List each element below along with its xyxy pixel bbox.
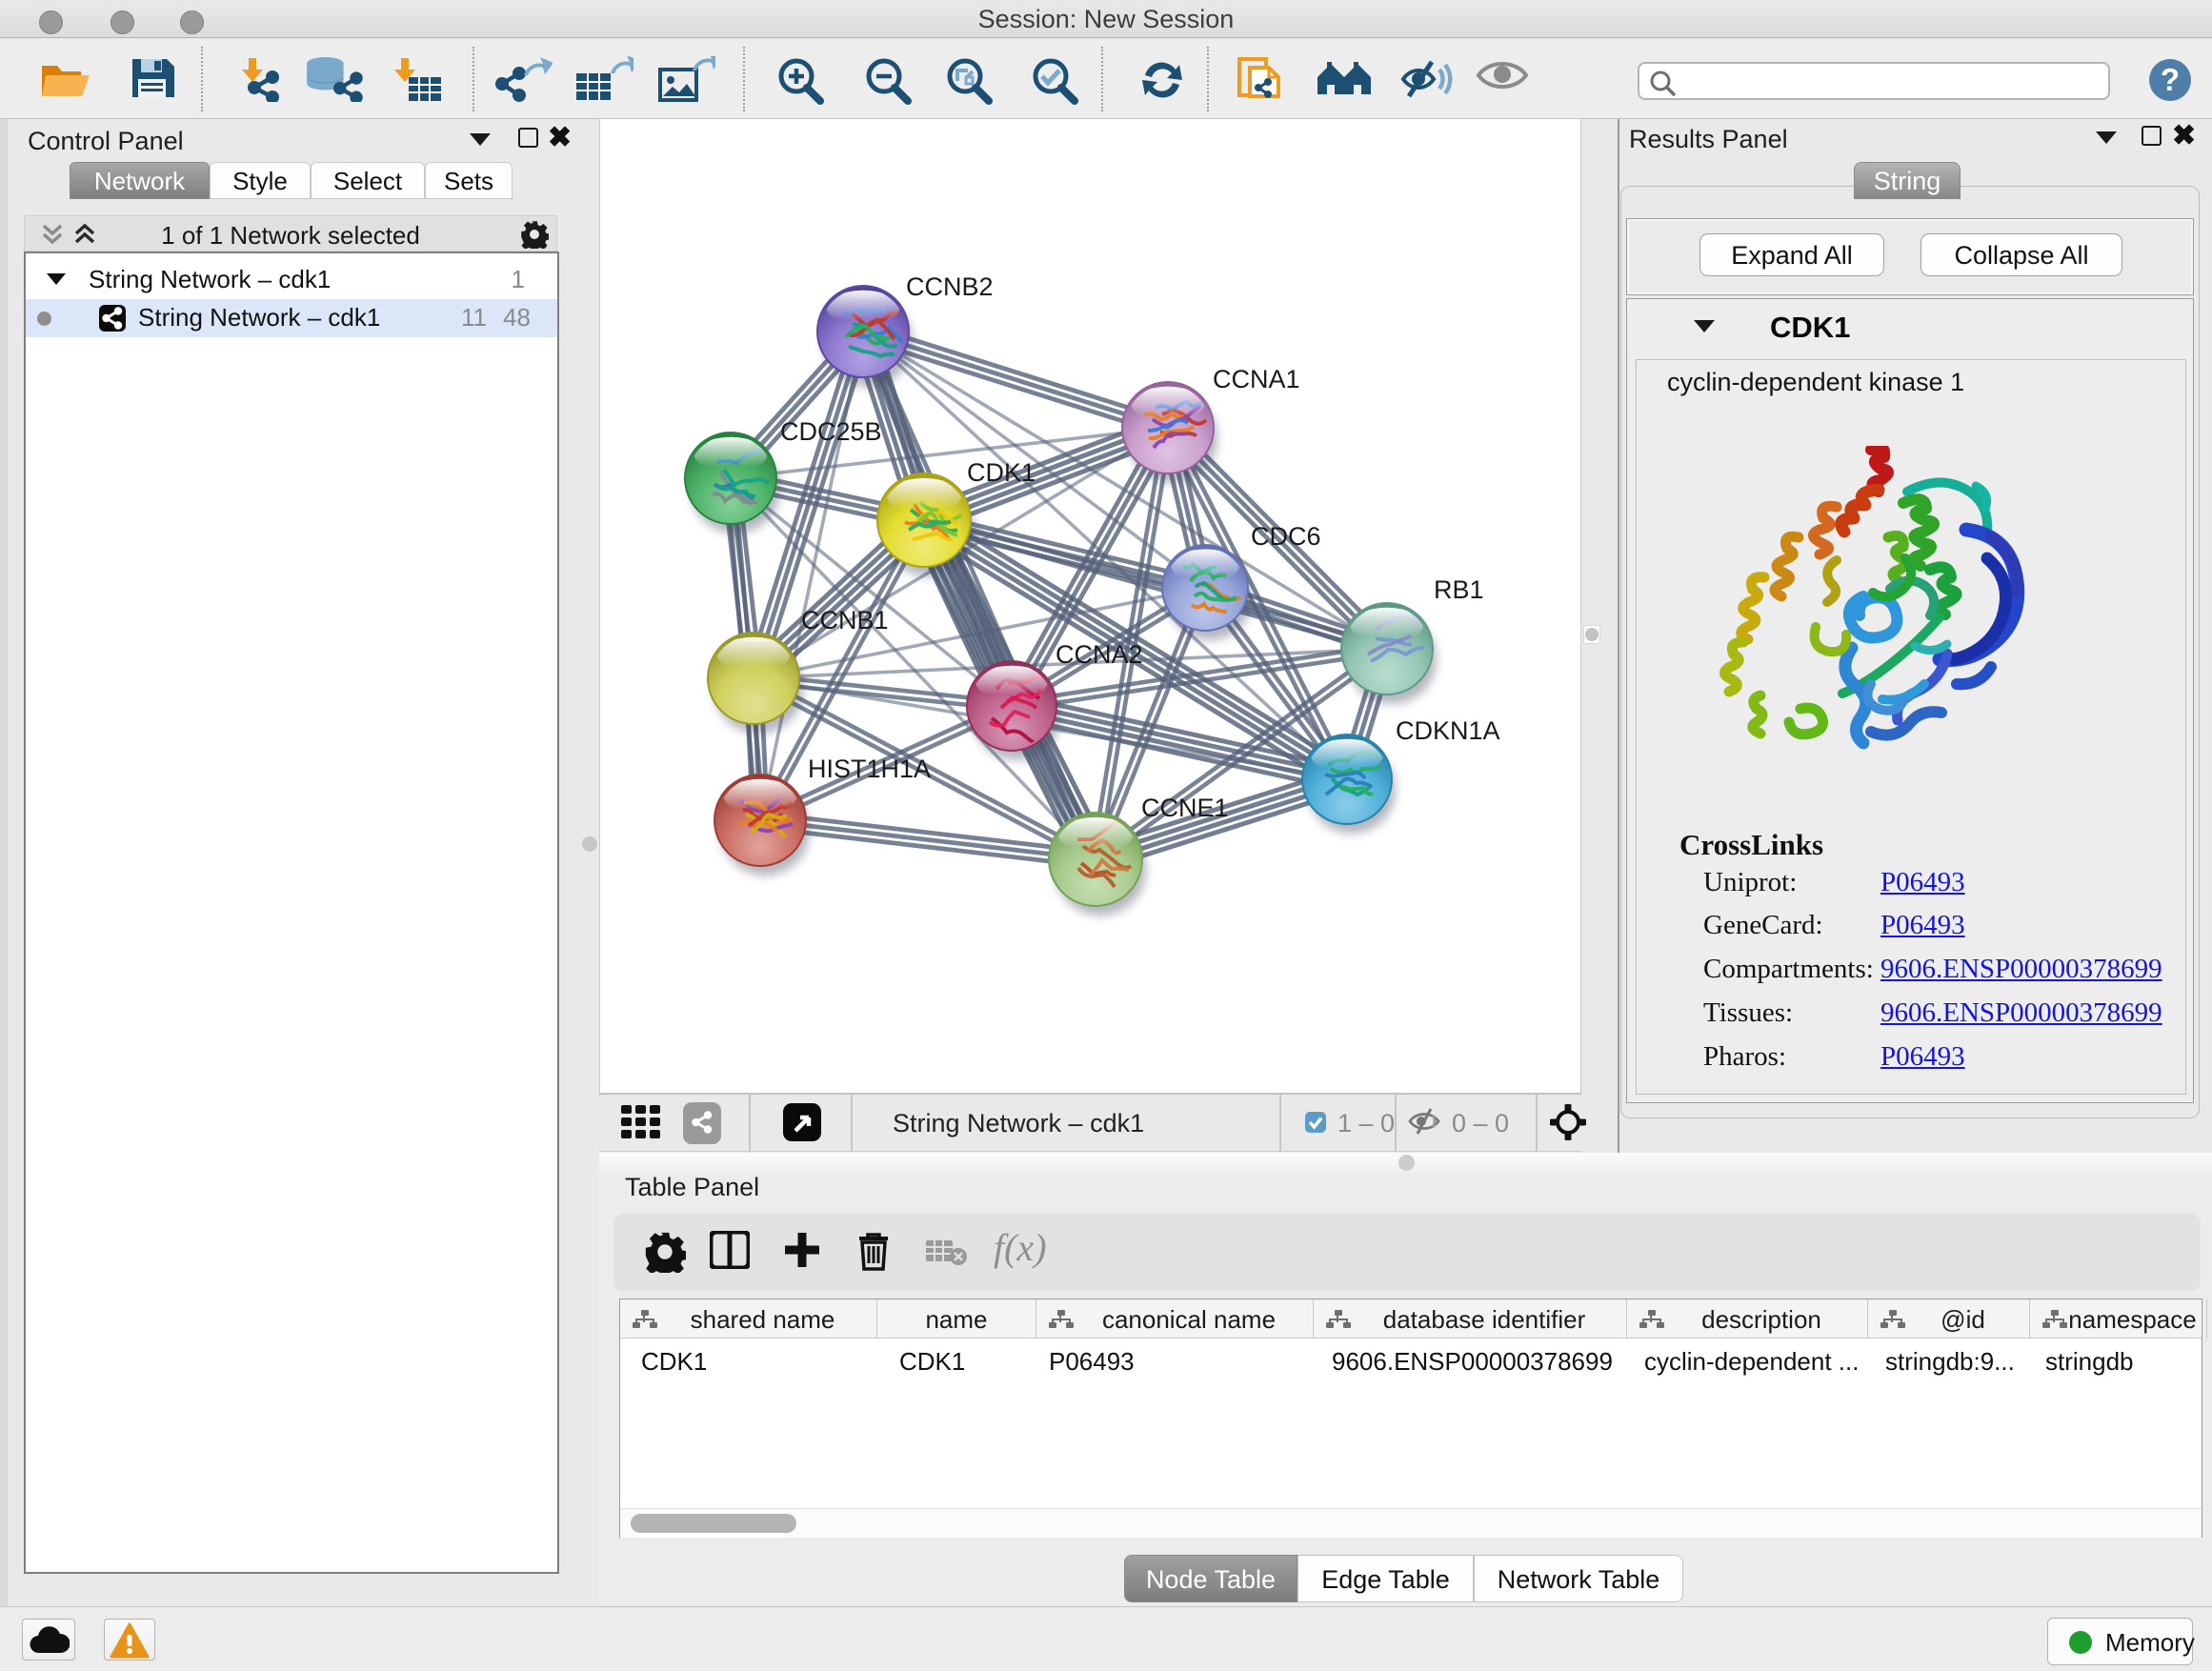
svg-text:CDKN1A: CDKN1A bbox=[1396, 716, 1500, 745]
svg-text:CCNB1: CCNB1 bbox=[801, 606, 889, 634]
svg-text:CCNB2: CCNB2 bbox=[906, 272, 994, 301]
svg-text:CCNE1: CCNE1 bbox=[1141, 794, 1229, 822]
svg-text:CCNA1: CCNA1 bbox=[1213, 365, 1300, 393]
svg-text:CDC6: CDC6 bbox=[1251, 522, 1321, 551]
svg-text:CDC25B: CDC25B bbox=[780, 417, 882, 446]
svg-text:HIST1H1A: HIST1H1A bbox=[808, 755, 931, 783]
svg-text:CDK1: CDK1 bbox=[967, 458, 1036, 487]
svg-text:RB1: RB1 bbox=[1434, 575, 1484, 604]
svg-text:CCNA2: CCNA2 bbox=[1056, 640, 1143, 669]
